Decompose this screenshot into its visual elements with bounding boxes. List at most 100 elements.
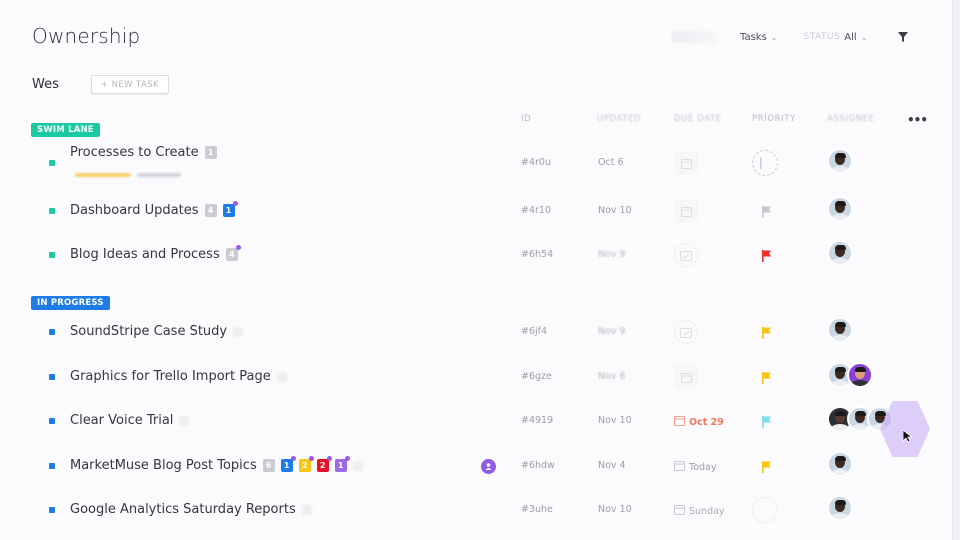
priority-flag-icon[interactable] [761,458,773,473]
task-id[interactable]: #6hdw [521,460,555,471]
column-header-assignee[interactable]: ASSIGNEE [827,114,875,124]
task-name-text[interactable]: Google Analytics Saturday Reports [70,502,296,517]
priority-flag-icon[interactable] [761,247,773,262]
count-badge-value: 1 [283,461,290,470]
new-task-button[interactable]: + NEW TASK [91,75,169,94]
assignee-avatar[interactable] [847,362,873,388]
task-name-text[interactable]: Clear Voice Trial [70,413,173,428]
avatar-body [830,513,850,519]
status-dot[interactable] [49,418,55,424]
task-name[interactable]: Blog Ideas and Process 4 [70,245,241,262]
status-lane-label[interactable]: IN PROGRESS [31,296,110,310]
task-row[interactable]: Processes to Create 1 #4r0u Oct 6 [40,143,920,183]
set-priority-icon[interactable] [752,150,778,176]
avatar-hair [854,411,866,416]
assignee-avatar[interactable] [827,148,853,174]
due-date[interactable]: Today [674,460,716,474]
task-name[interactable]: SoundStripe Case Study [70,324,244,339]
task-row[interactable]: MarketMuse Blog Post Topics 6 1 2 2 1 #6hdw Nov… [40,446,920,486]
status-dot[interactable] [49,208,55,214]
assignee-list[interactable] [827,240,853,266]
set-due-date-icon[interactable] [674,151,698,175]
due-date[interactable]: Oct 29 [674,415,724,429]
assignee-list[interactable] [827,362,873,388]
priority-flag-icon[interactable] [761,369,773,384]
assignee-avatar[interactable] [827,495,853,521]
count-badge: 1 [204,146,217,159]
assignee-list[interactable] [827,495,853,521]
assignee-list[interactable] [827,196,853,222]
task-name[interactable]: Google Analytics Saturday Reports [70,502,312,517]
assignee-list[interactable] [827,406,893,432]
avatar-hair [834,153,846,158]
scrollbar-track[interactable] [952,0,960,540]
set-due-date-icon[interactable] [674,243,698,267]
blurred-icon [179,415,190,426]
task-id[interactable]: #4r10 [521,205,551,216]
task-row[interactable]: Blog Ideas and Process 4 #6h54 Nov 9 [40,235,920,275]
priority-flag-icon[interactable] [761,413,773,428]
notification-dot [344,456,350,461]
assignee-list[interactable] [827,317,853,343]
task-row[interactable]: SoundStripe Case Study #6jf4 Nov 9 [40,312,920,352]
task-updated: Nov 10 [598,504,632,515]
task-name[interactable]: Dashboard Updates 4 1 [70,201,238,218]
assignee-avatar[interactable] [827,240,853,266]
column-header-priority[interactable]: PRIORITY [752,114,796,124]
column-header-updated[interactable]: UPDATED [597,114,641,124]
task-row[interactable]: Graphics for Trello Import Page #6gze Nov … [40,357,920,397]
task-id[interactable]: #3uhe [521,504,553,515]
column-header-due-date[interactable]: DUE DATE [674,114,722,124]
set-due-date-icon[interactable] [674,365,698,389]
tasks-dropdown[interactable]: Tasks ⌄ [740,32,778,43]
task-name[interactable]: Clear Voice Trial [70,413,190,428]
task-id[interactable]: #6h54 [521,249,553,260]
avatar-hair [834,367,846,372]
status-dot[interactable] [49,329,55,335]
task-name-text[interactable]: SoundStripe Case Study [70,324,227,339]
priority-flag-icon[interactable] [761,324,773,339]
status-lane-label[interactable]: SWIM LANE [31,123,100,137]
more-horizontal-icon[interactable]: ••• [907,113,928,127]
task-id[interactable]: #6jf4 [521,326,547,337]
status-dot[interactable] [49,507,55,513]
filter-icon[interactable] [897,31,909,43]
set-priority-icon[interactable] [752,497,778,523]
tag-bar [137,173,181,177]
avatar-body [830,214,850,220]
avatar-hair [834,411,846,416]
task-row[interactable]: Dashboard Updates 4 1 #4r10 Nov 10 [40,191,920,231]
set-due-date-icon[interactable] [674,320,698,344]
assignee-avatar[interactable] [827,317,853,343]
task-name[interactable]: Graphics for Trello Import Page [70,369,287,384]
priority-flag-icon[interactable] [761,203,773,218]
task-name-text[interactable]: MarketMuse Blog Post Topics [70,458,257,473]
task-id[interactable]: #4919 [521,415,553,426]
set-due-date-icon[interactable] [674,199,698,223]
assignee-list[interactable] [827,451,853,477]
task-name[interactable]: MarketMuse Blog Post Topics 6 1 2 2 1 [70,456,363,473]
status-dot[interactable] [49,160,55,166]
task-name-text[interactable]: Graphics for Trello Import Page [70,369,271,384]
task-name-text[interactable]: Dashboard Updates [70,203,199,218]
count-badge-value: 2 [301,461,308,470]
status-dot[interactable] [49,374,55,380]
count-badge: 1 [334,456,350,472]
task-id[interactable]: #6gze [521,371,552,382]
task-name-text[interactable]: Processes to Create [70,145,199,160]
task-id[interactable]: #4r0u [521,157,551,168]
column-header-id[interactable]: ID [521,114,531,124]
status-dropdown[interactable]: All ⌄ [844,32,867,43]
assignee-avatar[interactable] [827,196,853,222]
status-dot[interactable] [49,252,55,258]
user-chat-icon[interactable] [481,459,496,474]
task-row[interactable]: Clear Voice Trial #4919 Nov 10 Oct 29 [40,401,920,441]
task-updated: Nov 10 [598,415,632,426]
due-date[interactable]: Sunday [674,504,725,518]
assignee-list[interactable] [827,148,853,174]
assignee-avatar[interactable] [827,451,853,477]
task-name-text[interactable]: Blog Ideas and Process [70,247,220,262]
task-row[interactable]: Google Analytics Saturday Reports #3uhe No… [40,490,920,530]
status-dot[interactable] [49,463,55,469]
task-name[interactable]: Processes to Create 1 [70,145,217,160]
